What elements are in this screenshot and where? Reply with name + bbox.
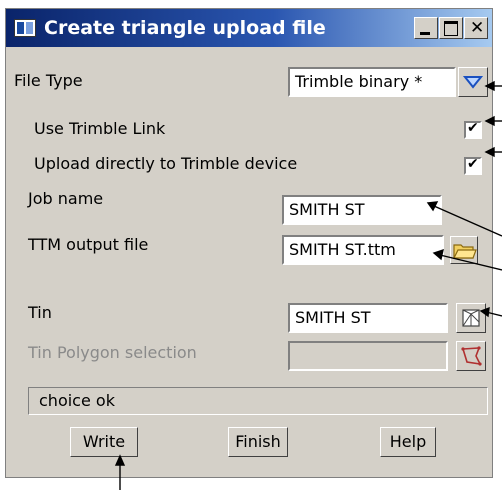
annotation-arrows — [114, 80, 502, 490]
